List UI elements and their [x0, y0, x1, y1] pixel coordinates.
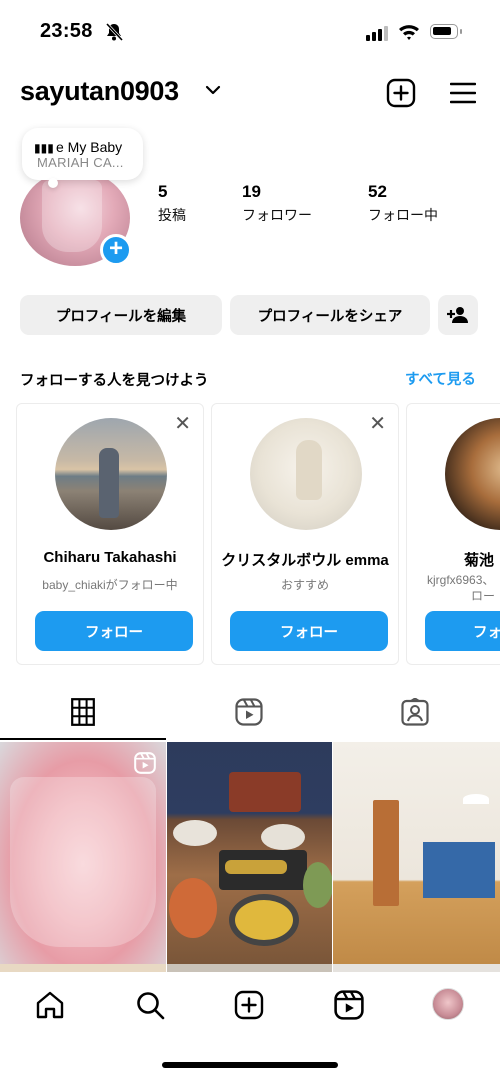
post-tile[interactable]: [167, 964, 332, 972]
stat-following[interactable]: 52 フォロー中: [368, 182, 438, 225]
stat-value: 52: [368, 182, 387, 201]
suggestion-subtitle: おすすめ: [280, 578, 329, 592]
status-time: 23:58: [40, 20, 93, 42]
search-icon[interactable]: [135, 990, 165, 1020]
reels-icon[interactable]: [235, 698, 263, 726]
reels-badge-icon: [134, 752, 156, 774]
follow-button[interactable]: フォ: [425, 611, 500, 651]
suggestion-subtitle-2: ロー: [471, 589, 496, 603]
grid-icon[interactable]: [71, 698, 95, 726]
post-tile[interactable]: [333, 964, 500, 972]
bell-muted-icon: [105, 22, 124, 42]
follow-button[interactable]: フォロー: [230, 611, 388, 651]
stat-label: フォロー中: [368, 207, 438, 223]
menu-icon[interactable]: [450, 81, 476, 105]
stat-followers[interactable]: 19 フォロワー: [242, 182, 312, 225]
add-story-button[interactable]: +: [100, 234, 132, 266]
suggestions-title: フォローする人を見つけよう: [20, 373, 209, 389]
battery-icon: [430, 24, 462, 39]
create-icon[interactable]: [386, 78, 416, 108]
active-tab-indicator: [0, 738, 166, 740]
home-icon[interactable]: [35, 990, 65, 1020]
see-all-link[interactable]: すべて見る: [405, 368, 476, 389]
music-bars-icon: ▮▮▮: [34, 141, 54, 155]
close-icon[interactable]: ✕: [174, 414, 191, 434]
stat-label: 投稿: [158, 207, 186, 223]
suggestion-avatar[interactable]: [250, 418, 362, 530]
discover-people-button[interactable]: [438, 295, 478, 335]
close-icon[interactable]: ✕: [369, 414, 386, 434]
suggestion-subtitle: kjrgfx6963、: [427, 573, 495, 587]
create-icon[interactable]: [234, 990, 264, 1020]
post-tile[interactable]: [167, 742, 332, 964]
add-person-icon: [447, 307, 468, 323]
suggestion-card[interactable]: 菊池 kjrgfx6963、 ロー フォ: [406, 403, 500, 665]
post-tile[interactable]: [333, 742, 500, 964]
home-indicator[interactable]: [162, 1062, 338, 1068]
suggestion-subtitle: baby_chiakiがフォロー中: [42, 578, 178, 592]
post-tile[interactable]: [0, 742, 166, 964]
suggestion-name: クリスタルボウル emma: [221, 552, 389, 569]
stat-posts[interactable]: 5 投稿: [158, 182, 186, 225]
stat-value: 19: [242, 182, 261, 201]
reels-icon[interactable]: [334, 990, 364, 1020]
stat-value: 5: [158, 182, 168, 201]
stat-label: フォロワー: [242, 207, 312, 223]
suggestion-avatar[interactable]: [445, 418, 500, 530]
suggestion-avatar[interactable]: [55, 418, 167, 530]
suggestion-card[interactable]: ✕ クリスタルボウル emma おすすめ フォロー: [211, 403, 399, 665]
edit-profile-button[interactable]: プロフィールを編集: [20, 295, 222, 335]
share-profile-button[interactable]: プロフィールをシェア: [230, 295, 430, 335]
profile-avatar[interactable]: [432, 988, 464, 1020]
suggestion-card[interactable]: ✕ Chiharu Takahashi baby_chiakiがフォロー中 フォ…: [16, 403, 204, 665]
note-song: e My Baby: [56, 139, 123, 155]
note-artist: MARIAH CA...: [37, 155, 124, 170]
post-tile[interactable]: [0, 964, 166, 972]
tagged-icon[interactable]: [401, 698, 429, 726]
chevron-down-icon[interactable]: [205, 84, 221, 96]
follow-button[interactable]: フォロー: [35, 611, 193, 651]
suggestion-name: Chiharu Takahashi: [43, 549, 177, 566]
cellular-signal-icon: [366, 26, 388, 41]
suggestion-name: 菊池: [464, 552, 495, 569]
username-title[interactable]: sayutan0903: [20, 76, 179, 107]
wifi-icon: [399, 25, 419, 40]
